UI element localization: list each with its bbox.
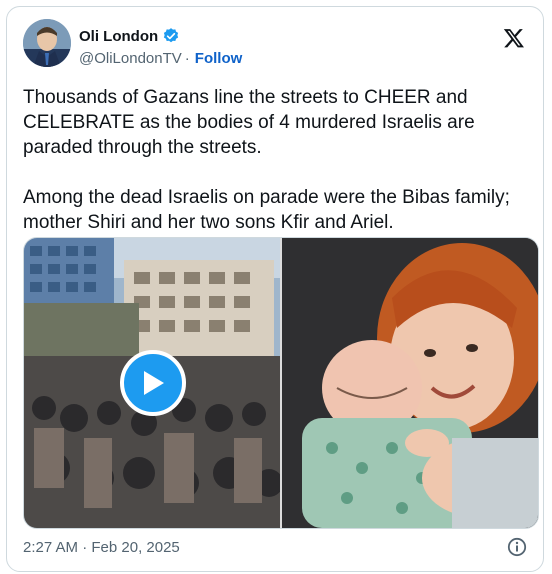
handle-row: @OliLondonTV · Follow [79,50,242,67]
follow-button[interactable]: Follow [195,50,243,67]
avatar[interactable] [23,19,71,67]
separator-dot: · [184,50,190,67]
media-grid [23,237,539,529]
play-icon [144,371,164,395]
verified-badge-icon [162,27,180,45]
tweet-paragraph-2: Among the dead Israelis on parade were t… [23,187,510,233]
play-button[interactable] [120,350,186,416]
photo-thumbnail[interactable] [282,238,538,528]
tweet-text: Thousands of Gazans line the streets to … [23,85,528,260]
video-thumbnail[interactable] [24,238,280,528]
author-name[interactable]: Oli London [79,28,158,45]
tweet-card: Oli London @OliLondonTV · Follow Thousan… [6,6,544,572]
x-logo-icon[interactable] [503,27,525,49]
author-name-row: Oli London [79,27,180,45]
tweet-paragraph-1: Thousands of Gazans line the streets to … [23,87,475,158]
author-handle[interactable]: @OliLondonTV [79,50,182,67]
info-icon[interactable] [507,537,527,557]
tweet-timestamp[interactable]: 2:27 AM · Feb 20, 2025 [23,539,180,556]
